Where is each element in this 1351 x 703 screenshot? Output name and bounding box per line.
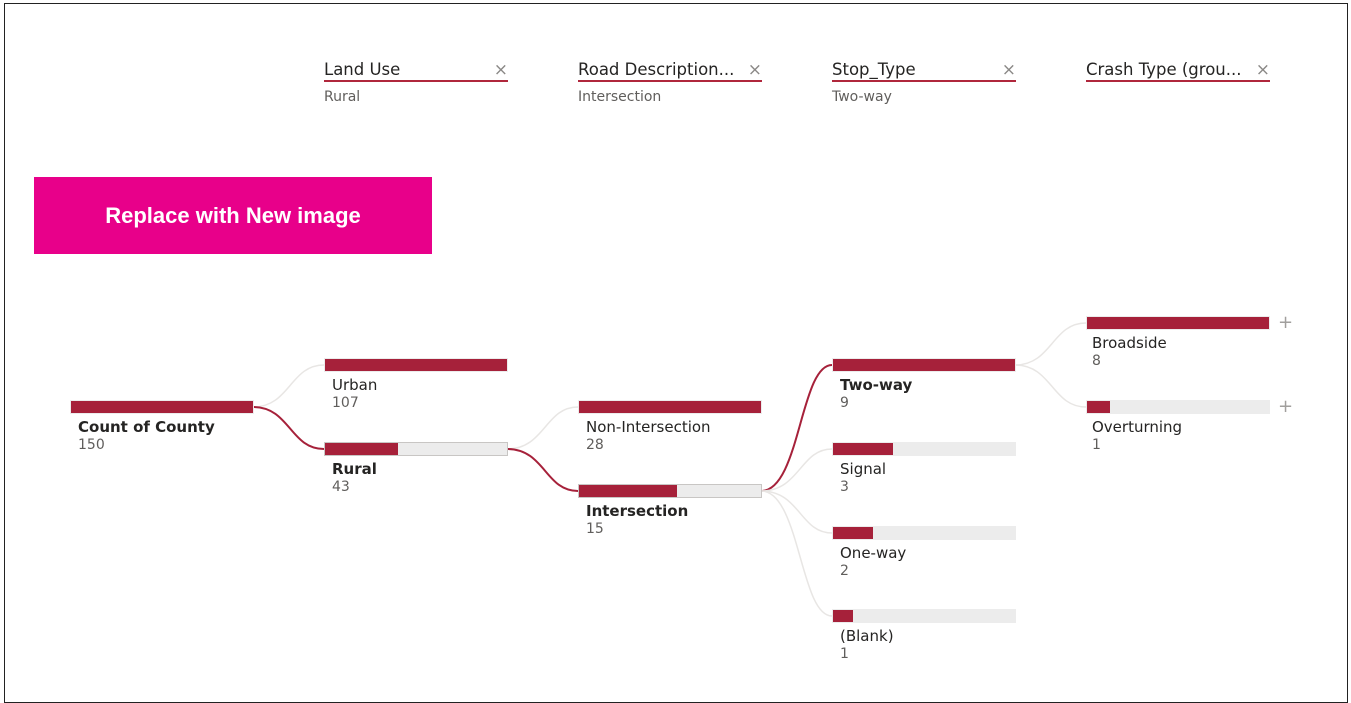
node-label: Urban: [332, 376, 378, 394]
tree-node-blank[interactable]: (Blank) 1: [832, 609, 1016, 662]
close-icon[interactable]: ×: [494, 60, 508, 80]
node-value: 3: [840, 479, 849, 495]
node-bar-track: [1086, 400, 1270, 414]
connector-rural-nonintersection: [506, 406, 579, 450]
replace-image-button[interactable]: Replace with New image: [34, 177, 432, 254]
node-label: Signal: [840, 460, 887, 478]
tree-node-rural[interactable]: Rural 43: [324, 442, 508, 495]
node-bar-track: [832, 442, 1016, 456]
level-selected-value: Rural: [324, 89, 361, 105]
connector-root-rural: [252, 406, 325, 450]
tree-node-broadside[interactable]: Broadside 8: [1086, 316, 1270, 369]
connector-root-urban: [252, 364, 325, 408]
node-bar-track: [832, 609, 1016, 623]
node-label: Two-way: [840, 376, 913, 394]
node-value: 9: [840, 395, 849, 411]
expand-plus-icon[interactable]: +: [1278, 314, 1293, 332]
node-value: 107: [332, 395, 359, 411]
level-selected-value: Two-way: [832, 89, 892, 105]
node-label: Rural: [332, 460, 377, 478]
node-label: Intersection: [586, 502, 689, 520]
level-header-stop-type: Stop_Type × Two-way: [832, 58, 1016, 105]
node-label: Count of County: [78, 418, 215, 436]
node-label: Overturning: [1092, 418, 1183, 436]
node-bar-fill: [325, 359, 507, 371]
node-bar-track: [578, 484, 762, 498]
connector-rural-intersection: [506, 448, 579, 492]
node-bar-fill: [71, 401, 253, 413]
node-bar-fill: [579, 485, 678, 497]
node-bar-track: [578, 400, 762, 414]
connector-intersection-signal: [760, 448, 833, 492]
node-bar-fill: [833, 443, 894, 455]
node-bar-fill: [325, 443, 398, 455]
tree-node-overturning[interactable]: Overturning 1: [1086, 400, 1270, 453]
tree-node-non-intersection[interactable]: Non-Intersection 28: [578, 400, 762, 453]
node-bar-fill: [833, 359, 1015, 371]
level-header-land-use: Land Use × Rural: [324, 58, 508, 105]
level-title: Land Use: [324, 58, 508, 82]
node-value: 1: [1092, 437, 1101, 453]
node-label: (Blank): [840, 627, 894, 645]
level-header-crash-type: Crash Type (grou... ×: [1086, 58, 1270, 89]
node-bar-track: [70, 400, 254, 414]
node-label: Broadside: [1092, 334, 1167, 352]
close-icon[interactable]: ×: [1256, 60, 1270, 80]
tree-node-urban[interactable]: Urban 107: [324, 358, 508, 411]
close-icon[interactable]: ×: [1002, 60, 1016, 80]
node-bar-fill: [579, 401, 761, 413]
node-value: 15: [586, 521, 604, 537]
node-label: One-way: [840, 544, 907, 562]
level-title: Road Description...: [578, 58, 762, 82]
close-icon[interactable]: ×: [748, 60, 762, 80]
level-selected-value: Intersection: [578, 89, 662, 105]
node-label: Non-Intersection: [586, 418, 711, 436]
level-header-road-description: Road Description... × Intersection: [578, 58, 762, 105]
level-title: Stop_Type: [832, 58, 1016, 82]
node-bar-track: [832, 526, 1016, 540]
node-value: 28: [586, 437, 604, 453]
node-bar-track: [1086, 316, 1270, 330]
node-value: 8: [1092, 353, 1101, 369]
connector-twoway-broadside: [1014, 322, 1087, 366]
node-value: 2: [840, 563, 849, 579]
node-bar-fill: [833, 610, 854, 622]
node-bar-track: [324, 358, 508, 372]
node-bar-track: [324, 442, 508, 456]
connector-intersection-oneway: [760, 490, 833, 534]
node-bar-track: [832, 358, 1016, 372]
node-value: 150: [78, 437, 105, 453]
tree-node-one-way[interactable]: One-way 2: [832, 526, 1016, 579]
node-bar-fill: [833, 527, 874, 539]
tree-node-signal[interactable]: Signal 3: [832, 442, 1016, 495]
tree-node-two-way[interactable]: Two-way 9: [832, 358, 1016, 411]
level-title: Crash Type (grou...: [1086, 58, 1270, 82]
node-bar-fill: [1087, 317, 1269, 329]
node-bar-fill: [1087, 401, 1110, 413]
node-value: 43: [332, 479, 350, 495]
tree-node-root[interactable]: Count of County 150: [70, 400, 254, 453]
node-value: 1: [840, 646, 849, 662]
expand-plus-icon[interactable]: +: [1278, 398, 1293, 416]
connector-twoway-overturning: [1014, 364, 1087, 408]
tree-node-intersection[interactable]: Intersection 15: [578, 484, 762, 537]
